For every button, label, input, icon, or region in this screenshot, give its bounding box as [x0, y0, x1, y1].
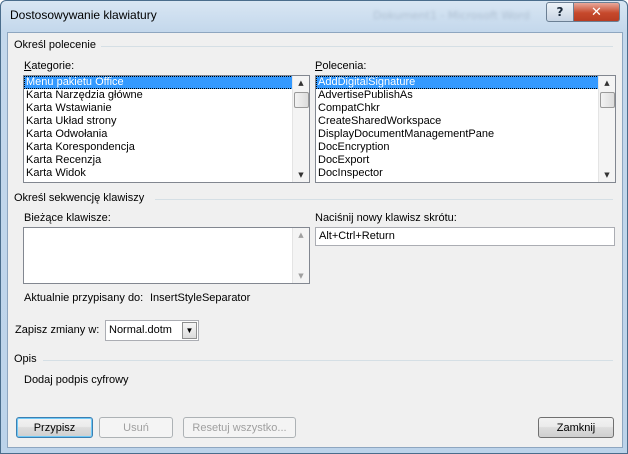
description-group-title: Opis — [14, 353, 37, 365]
current-keys-scrollbar[interactable]: ▲ ▼ — [292, 228, 309, 283]
list-item[interactable]: Menu pakietu Office — [24, 76, 309, 89]
dialog-window: Dostosowywanie klawiatury Dokument1 - Mi… — [0, 0, 628, 454]
scroll-up-icon[interactable]: ▲ — [293, 76, 309, 90]
new-shortcut-input[interactable]: Alt+Ctrl+Return — [315, 227, 615, 246]
save-changes-select[interactable]: Normal.dotm ▼ — [105, 320, 199, 341]
categories-label-text: ategorie: — [31, 60, 75, 72]
description-text: Dodaj podpis cyfrowy — [24, 374, 129, 386]
list-item[interactable]: Karta Korespondencja — [24, 141, 309, 154]
assign-button-label: Przypisz — [33, 421, 76, 434]
list-item[interactable]: AddDigitalSignature — [316, 76, 615, 89]
dialog-body: Określ polecenie Kategorie: Menu pakietu… — [7, 32, 623, 448]
list-item[interactable]: Karta Widok — [24, 167, 309, 180]
scroll-up-icon[interactable]: ▲ — [599, 76, 615, 90]
new-shortcut-value: Alt+Ctrl+Return — [319, 230, 395, 242]
group-divider — [101, 46, 613, 47]
list-item[interactable]: DocExport — [316, 154, 615, 167]
currently-assigned-label: Aktualnie przypisany do: — [24, 292, 144, 304]
commands-list[interactable]: AddDigitalSignature AdvertisePublishAs Com… — [315, 75, 616, 183]
reset-all-button[interactable]: Resetuj wszystko... — [183, 417, 296, 438]
scroll-down-icon[interactable]: ▼ — [293, 269, 309, 283]
help-icon: ? — [556, 5, 564, 19]
remove-button-label: Usuń — [123, 421, 149, 434]
current-keys-list[interactable]: ▲ ▼ — [23, 227, 310, 284]
categories-scrollbar[interactable]: ▲ ▼ — [292, 76, 309, 182]
scroll-down-icon[interactable]: ▼ — [293, 168, 309, 182]
scroll-thumb[interactable] — [600, 92, 615, 108]
close-icon: ✕ — [591, 4, 602, 20]
close-window-button[interactable]: ✕ — [573, 2, 620, 22]
list-item[interactable]: CreateSharedWorkspace — [316, 115, 615, 128]
assign-button[interactable]: Przypisz — [16, 417, 93, 438]
scroll-up-icon[interactable]: ▲ — [293, 228, 309, 242]
group-divider — [155, 199, 613, 200]
categories-items: Menu pakietu Office Karta Narzędzia główn… — [24, 76, 309, 180]
commands-scrollbar[interactable]: ▲ ▼ — [598, 76, 615, 182]
commands-label: Polecenia: — [315, 60, 367, 72]
reset-all-button-label: Resetuj wszystko... — [192, 421, 287, 434]
scroll-thumb[interactable] — [294, 92, 309, 108]
list-item[interactable]: CompatChkr — [316, 102, 615, 115]
close-button[interactable]: Zamknij — [538, 417, 614, 438]
group-divider — [43, 360, 613, 361]
save-changes-label: Zapisz zmiany w: — [15, 324, 100, 336]
currently-assigned-value: InsertStyleSeparator — [150, 292, 251, 304]
categories-list[interactable]: Menu pakietu Office Karta Narzędzia główn… — [23, 75, 310, 183]
command-group-title: Określ polecenie — [14, 39, 96, 51]
current-keys-label: Bieżące klawisze: — [24, 212, 111, 224]
categories-label: Kategorie: — [24, 60, 75, 72]
list-item[interactable]: Karta Układ strony — [24, 115, 309, 128]
list-item[interactable]: Karta Recenzja — [24, 154, 309, 167]
new-key-label: Naciśnij nowy klawisz skrótu: — [315, 212, 457, 224]
scroll-down-icon[interactable]: ▼ — [599, 168, 615, 182]
list-item[interactable]: Karta Wstawianie — [24, 102, 309, 115]
list-item[interactable]: Karta Odwołania — [24, 128, 309, 141]
list-item[interactable]: Karta Narzędzia główne — [24, 89, 309, 102]
help-button[interactable]: ? — [546, 2, 574, 22]
dialog-title: Dostosowywanie klawiatury — [10, 8, 157, 22]
save-changes-value: Normal.dotm — [109, 324, 172, 336]
close-button-label: Zamknij — [556, 421, 596, 434]
list-item[interactable]: DocInspector — [316, 167, 615, 180]
background-window-title: Dokument1 - Microsoft Word — [373, 9, 530, 22]
commands-items: AddDigitalSignature AdvertisePublishAs Com… — [316, 76, 615, 180]
list-item[interactable]: DisplayDocumentManagementPane — [316, 128, 615, 141]
commands-label-text: olecenia: — [322, 60, 367, 72]
chevron-down-icon[interactable]: ▼ — [182, 322, 197, 339]
remove-button[interactable]: Usuń — [99, 417, 173, 438]
list-item[interactable]: AdvertisePublishAs — [316, 89, 615, 102]
list-item[interactable]: DocEncryption — [316, 141, 615, 154]
title-bar[interactable]: Dostosowywanie klawiatury Dokument1 - Mi… — [1, 1, 627, 31]
shortcut-group-title: Określ sekwencję klawiszy — [14, 192, 145, 204]
